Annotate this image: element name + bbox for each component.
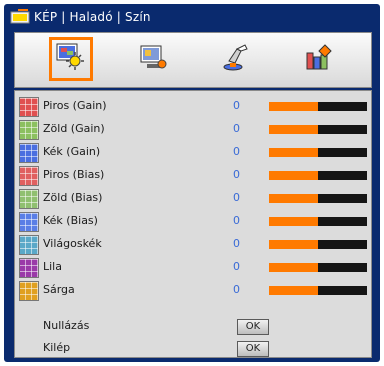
color-row-label: Piros (Bias) (43, 168, 105, 181)
color-slider[interactable] (269, 240, 367, 249)
color-slider[interactable] (269, 194, 367, 203)
color-settings-panel: Piros (Gain) 0 Zöld (Gain) 0 Kék (Gain) 0 Piro… (14, 90, 372, 358)
color-row-label: Lila (43, 260, 62, 273)
menu-toolbar (14, 32, 372, 88)
color-slider-fill (269, 194, 318, 203)
image-settings-icon (55, 41, 87, 77)
color-row[interactable]: Világoskék 0 (15, 233, 371, 256)
color-slider[interactable] (269, 148, 367, 157)
color-swatch-icon (19, 235, 39, 255)
color-slider-fill (269, 263, 318, 272)
color-row[interactable]: Kék (Gain) 0 (15, 141, 371, 164)
osd-menu-window: KÉP | Haladó | Szín Piros (Gain) 0 Zöld … (4, 4, 380, 362)
color-row-value: 0 (233, 214, 240, 227)
color-row-label: Kék (Bias) (43, 214, 98, 227)
color-row[interactable]: Piros (Bias) 0 (15, 164, 371, 187)
color-row-value: 0 (233, 191, 240, 204)
reset-label: Nullázás (43, 319, 90, 332)
color-swatch-icon (19, 120, 39, 140)
color-row-value: 0 (233, 99, 240, 112)
color-slider-fill (269, 125, 318, 134)
color-row-label: Kék (Gain) (43, 145, 101, 158)
color-row-value: 0 (233, 283, 240, 296)
color-slider[interactable] (269, 171, 367, 180)
tab-picture[interactable] (49, 37, 93, 81)
color-row-value: 0 (233, 145, 240, 158)
color-row-label: Zöld (Gain) (43, 122, 105, 135)
exit-ok-button[interactable]: OK (237, 341, 269, 357)
color-slider[interactable] (269, 125, 367, 134)
color-swatch-icon (19, 281, 39, 301)
color-slider[interactable] (269, 217, 367, 226)
color-row[interactable]: Lila 0 (15, 256, 371, 279)
color-row[interactable]: Zöld (Bias) 0 (15, 187, 371, 210)
color-swatch-icon (19, 258, 39, 278)
color-slider-fill (269, 240, 318, 249)
color-row-value: 0 (233, 237, 240, 250)
color-row[interactable]: Kék (Bias) 0 (15, 210, 371, 233)
exit-label: Kilép (43, 341, 71, 354)
color-swatch-icon (19, 212, 39, 232)
color-row[interactable]: Sárga 0 (15, 279, 371, 302)
color-row-label: Sárga (43, 283, 75, 296)
tab-options[interactable] (297, 37, 341, 81)
options-icon (303, 41, 335, 77)
color-slider-fill (269, 148, 318, 157)
title-bar: KÉP | Haladó | Szín (4, 4, 380, 30)
color-swatch-icon (19, 143, 39, 163)
color-row-value: 0 (233, 168, 240, 181)
color-slider-fill (269, 286, 318, 295)
color-row-label: Világoskék (43, 237, 102, 250)
color-row-label: Piros (Gain) (43, 99, 107, 112)
color-row-label: Zöld (Bias) (43, 191, 103, 204)
color-slider[interactable] (269, 263, 367, 272)
color-row-value: 0 (233, 122, 240, 135)
setup-icon (221, 41, 253, 77)
display-settings-icon (137, 41, 169, 77)
reset-ok-button[interactable]: OK (237, 319, 269, 335)
color-slider-fill (269, 171, 318, 180)
color-swatch-icon (19, 166, 39, 186)
color-slider[interactable] (269, 102, 367, 111)
color-swatch-icon (19, 189, 39, 209)
menu-title: KÉP | Haladó | Szín (34, 10, 151, 24)
color-slider[interactable] (269, 286, 367, 295)
color-swatch-icon (19, 97, 39, 117)
tab-setup[interactable] (215, 37, 259, 81)
color-row[interactable]: Piros (Gain) 0 (15, 95, 371, 118)
color-slider-fill (269, 102, 318, 111)
color-slider-fill (269, 217, 318, 226)
color-row[interactable]: Zöld (Gain) 0 (15, 118, 371, 141)
tab-display[interactable] (131, 37, 175, 81)
picture-menu-icon (8, 6, 32, 28)
color-row-value: 0 (233, 260, 240, 273)
